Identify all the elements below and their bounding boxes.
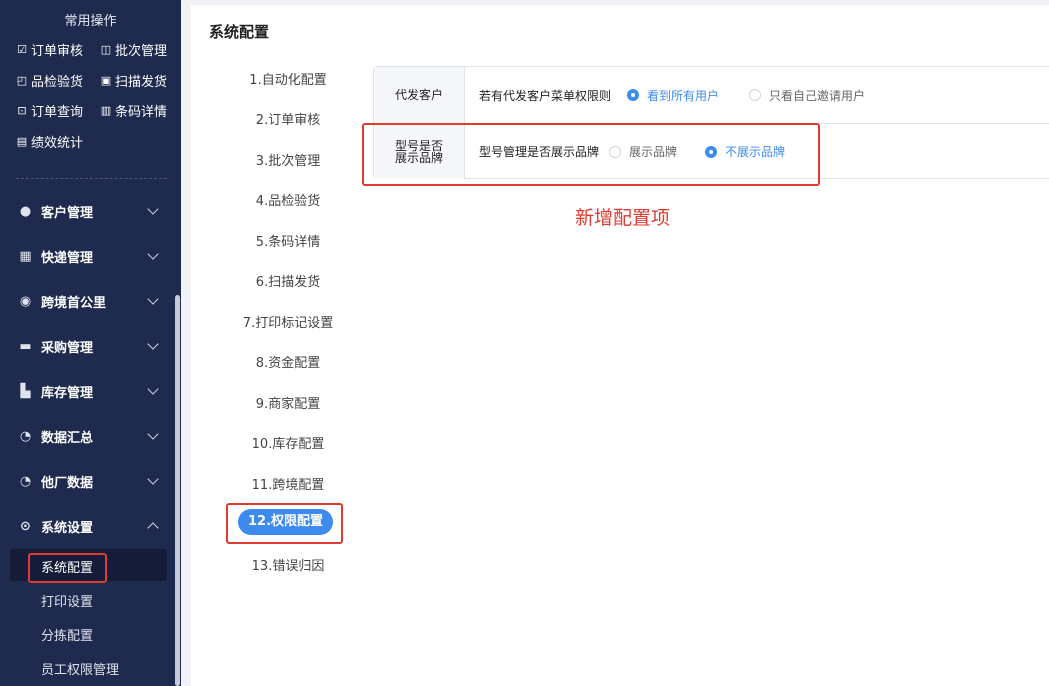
menu-label: 库存管理	[41, 385, 94, 401]
quick-performance[interactable]: ▤ 绩效统计	[16, 132, 83, 151]
annotation-text: 新增配置项	[575, 207, 671, 229]
menu-label: 数据汇总	[41, 430, 94, 446]
submenu-print-settings[interactable]: 打印设置	[41, 591, 93, 610]
radio-checked-icon	[627, 89, 640, 101]
quick-order-query[interactable]: ⊡ 订单查询	[16, 101, 83, 120]
step-item[interactable]: 11.跨境配置	[218, 474, 358, 493]
menu-customer[interactable]: ● 客户管理	[0, 196, 181, 226]
radio-label: 只看自己邀请用户	[769, 88, 866, 103]
chevron-down-icon	[147, 248, 159, 260]
radio-see-own-invited[interactable]: 只看自己邀请用户	[749, 87, 865, 104]
sidebar: 常用操作 ☑ 订单审核 ◫ 批次管理 ◰ 品检验货 ▣ 扫描发货 ⊡ 订单查询 …	[0, 0, 181, 686]
step-item[interactable]: 5.条码详情	[218, 231, 358, 250]
annotation-box-new-config	[362, 123, 820, 186]
menu-system-settings[interactable]: ⊙ 系统设置	[0, 511, 181, 541]
menu-data-summary[interactable]: ◔ 数据汇总	[0, 421, 181, 451]
globe-icon: ◉	[19, 293, 32, 309]
main-panel: 系统配置 1.自动化配置 2.订单审核 3.批次管理 4.品检验货 5.条码详情…	[191, 5, 1049, 686]
pie-icon: ◔	[19, 428, 32, 444]
settings-icon: ⊙	[20, 518, 31, 534]
annotation-box-step	[226, 503, 343, 544]
chevron-down-icon	[147, 383, 159, 395]
quick-inspect[interactable]: ◰ 品检验货	[16, 71, 83, 90]
menu-label: 采购管理	[41, 340, 94, 356]
quick-action-label: 条码详情	[115, 105, 168, 120]
menu-label: 快递管理	[41, 250, 94, 266]
step-item[interactable]: 7.打印标记设置	[218, 312, 358, 331]
config-row-content: 若有代发客户菜单权限则 看到所有用户 只看自己邀请用户	[479, 67, 865, 123]
submenu-sorting-config[interactable]: 分拣配置	[41, 625, 93, 644]
chevron-down-icon	[147, 473, 159, 485]
quick-barcode[interactable]: ▥ 条码详情	[100, 101, 167, 120]
quick-action-label: 订单查询	[31, 105, 84, 120]
config-label-text: 代发客户	[394, 88, 443, 102]
step-item[interactable]: 3.批次管理	[218, 150, 358, 169]
step-item[interactable]: 4.品检验货	[218, 190, 358, 209]
sidebar-divider	[16, 178, 167, 179]
step-item[interactable]: 9.商家配置	[218, 393, 358, 412]
quick-action-label: 扫描发货	[115, 75, 168, 90]
quick-action-label: 订单审核	[31, 44, 84, 59]
scan-icon: ▣	[100, 73, 112, 87]
config-question: 若有代发客户菜单权限则	[479, 88, 612, 103]
step-item[interactable]: 2.订单审核	[218, 109, 358, 128]
submenu-staff-permissions[interactable]: 员工权限管理	[41, 659, 119, 678]
radio-unchecked-icon	[749, 89, 762, 101]
menu-purchase[interactable]: ▬ 采购管理	[0, 331, 181, 361]
chevron-down-icon	[147, 428, 159, 440]
chevron-down-icon	[147, 203, 159, 215]
inspect-icon: ◰	[16, 73, 28, 87]
chevron-down-icon	[147, 293, 159, 305]
menu-inventory[interactable]: ▙ 库存管理	[0, 376, 181, 406]
warehouse-icon: ▙	[20, 383, 31, 399]
truck-icon: ▦	[19, 248, 32, 264]
step-item[interactable]: 8.资金配置	[218, 352, 358, 371]
chevron-down-icon	[147, 338, 159, 350]
pie-icon: ◔	[19, 473, 32, 489]
quick-action-label: 批次管理	[115, 44, 168, 59]
config-row-label: 代发客户	[374, 67, 465, 123]
step-item[interactable]: 6.扫描发货	[218, 271, 358, 290]
check-square-icon: ☑	[17, 42, 27, 56]
search-order-icon: ⊡	[17, 103, 27, 117]
annotation-box-submenu	[28, 553, 107, 583]
quick-order-review[interactable]: ☑ 订单审核	[16, 40, 83, 59]
quick-action-label: 品检验货	[31, 75, 84, 90]
step-item[interactable]: 10.库存配置	[218, 433, 358, 452]
chevron-up-icon	[147, 522, 159, 534]
chart-icon: ▤	[16, 134, 28, 148]
menu-crossborder[interactable]: ◉ 跨境首公里	[0, 286, 181, 316]
batch-icon: ◫	[100, 42, 112, 56]
quick-action-label: 绩效统计	[31, 136, 84, 151]
radio-see-all-users[interactable]: 看到所有用户	[627, 87, 719, 104]
sidebar-scrollbar[interactable]	[175, 295, 180, 686]
sidebar-section-title: 常用操作	[64, 14, 117, 29]
menu-label: 跨境首公里	[41, 295, 107, 311]
page-title: 系统配置	[209, 23, 270, 41]
cart-icon: ▬	[19, 338, 32, 354]
quick-scan-ship[interactable]: ▣ 扫描发货	[100, 71, 167, 90]
menu-label: 客户管理	[41, 205, 94, 221]
user-icon: ●	[19, 203, 32, 219]
config-row-agent-customer: 代发客户 若有代发客户菜单权限则 看到所有用户 只看自己邀请用户	[374, 67, 1049, 123]
menu-label: 他厂数据	[41, 475, 94, 491]
barcode-icon: ▥	[100, 103, 112, 117]
menu-label: 系统设置	[41, 520, 94, 536]
menu-other-factory[interactable]: ◔ 他厂数据	[0, 466, 181, 496]
step-item[interactable]: 1.自动化配置	[218, 69, 358, 88]
step-item[interactable]: 13.错误归因	[218, 555, 358, 574]
menu-express[interactable]: ▦ 快递管理	[0, 241, 181, 271]
quick-batch-manage[interactable]: ◫ 批次管理	[100, 40, 167, 59]
radio-label: 看到所有用户	[647, 88, 720, 103]
